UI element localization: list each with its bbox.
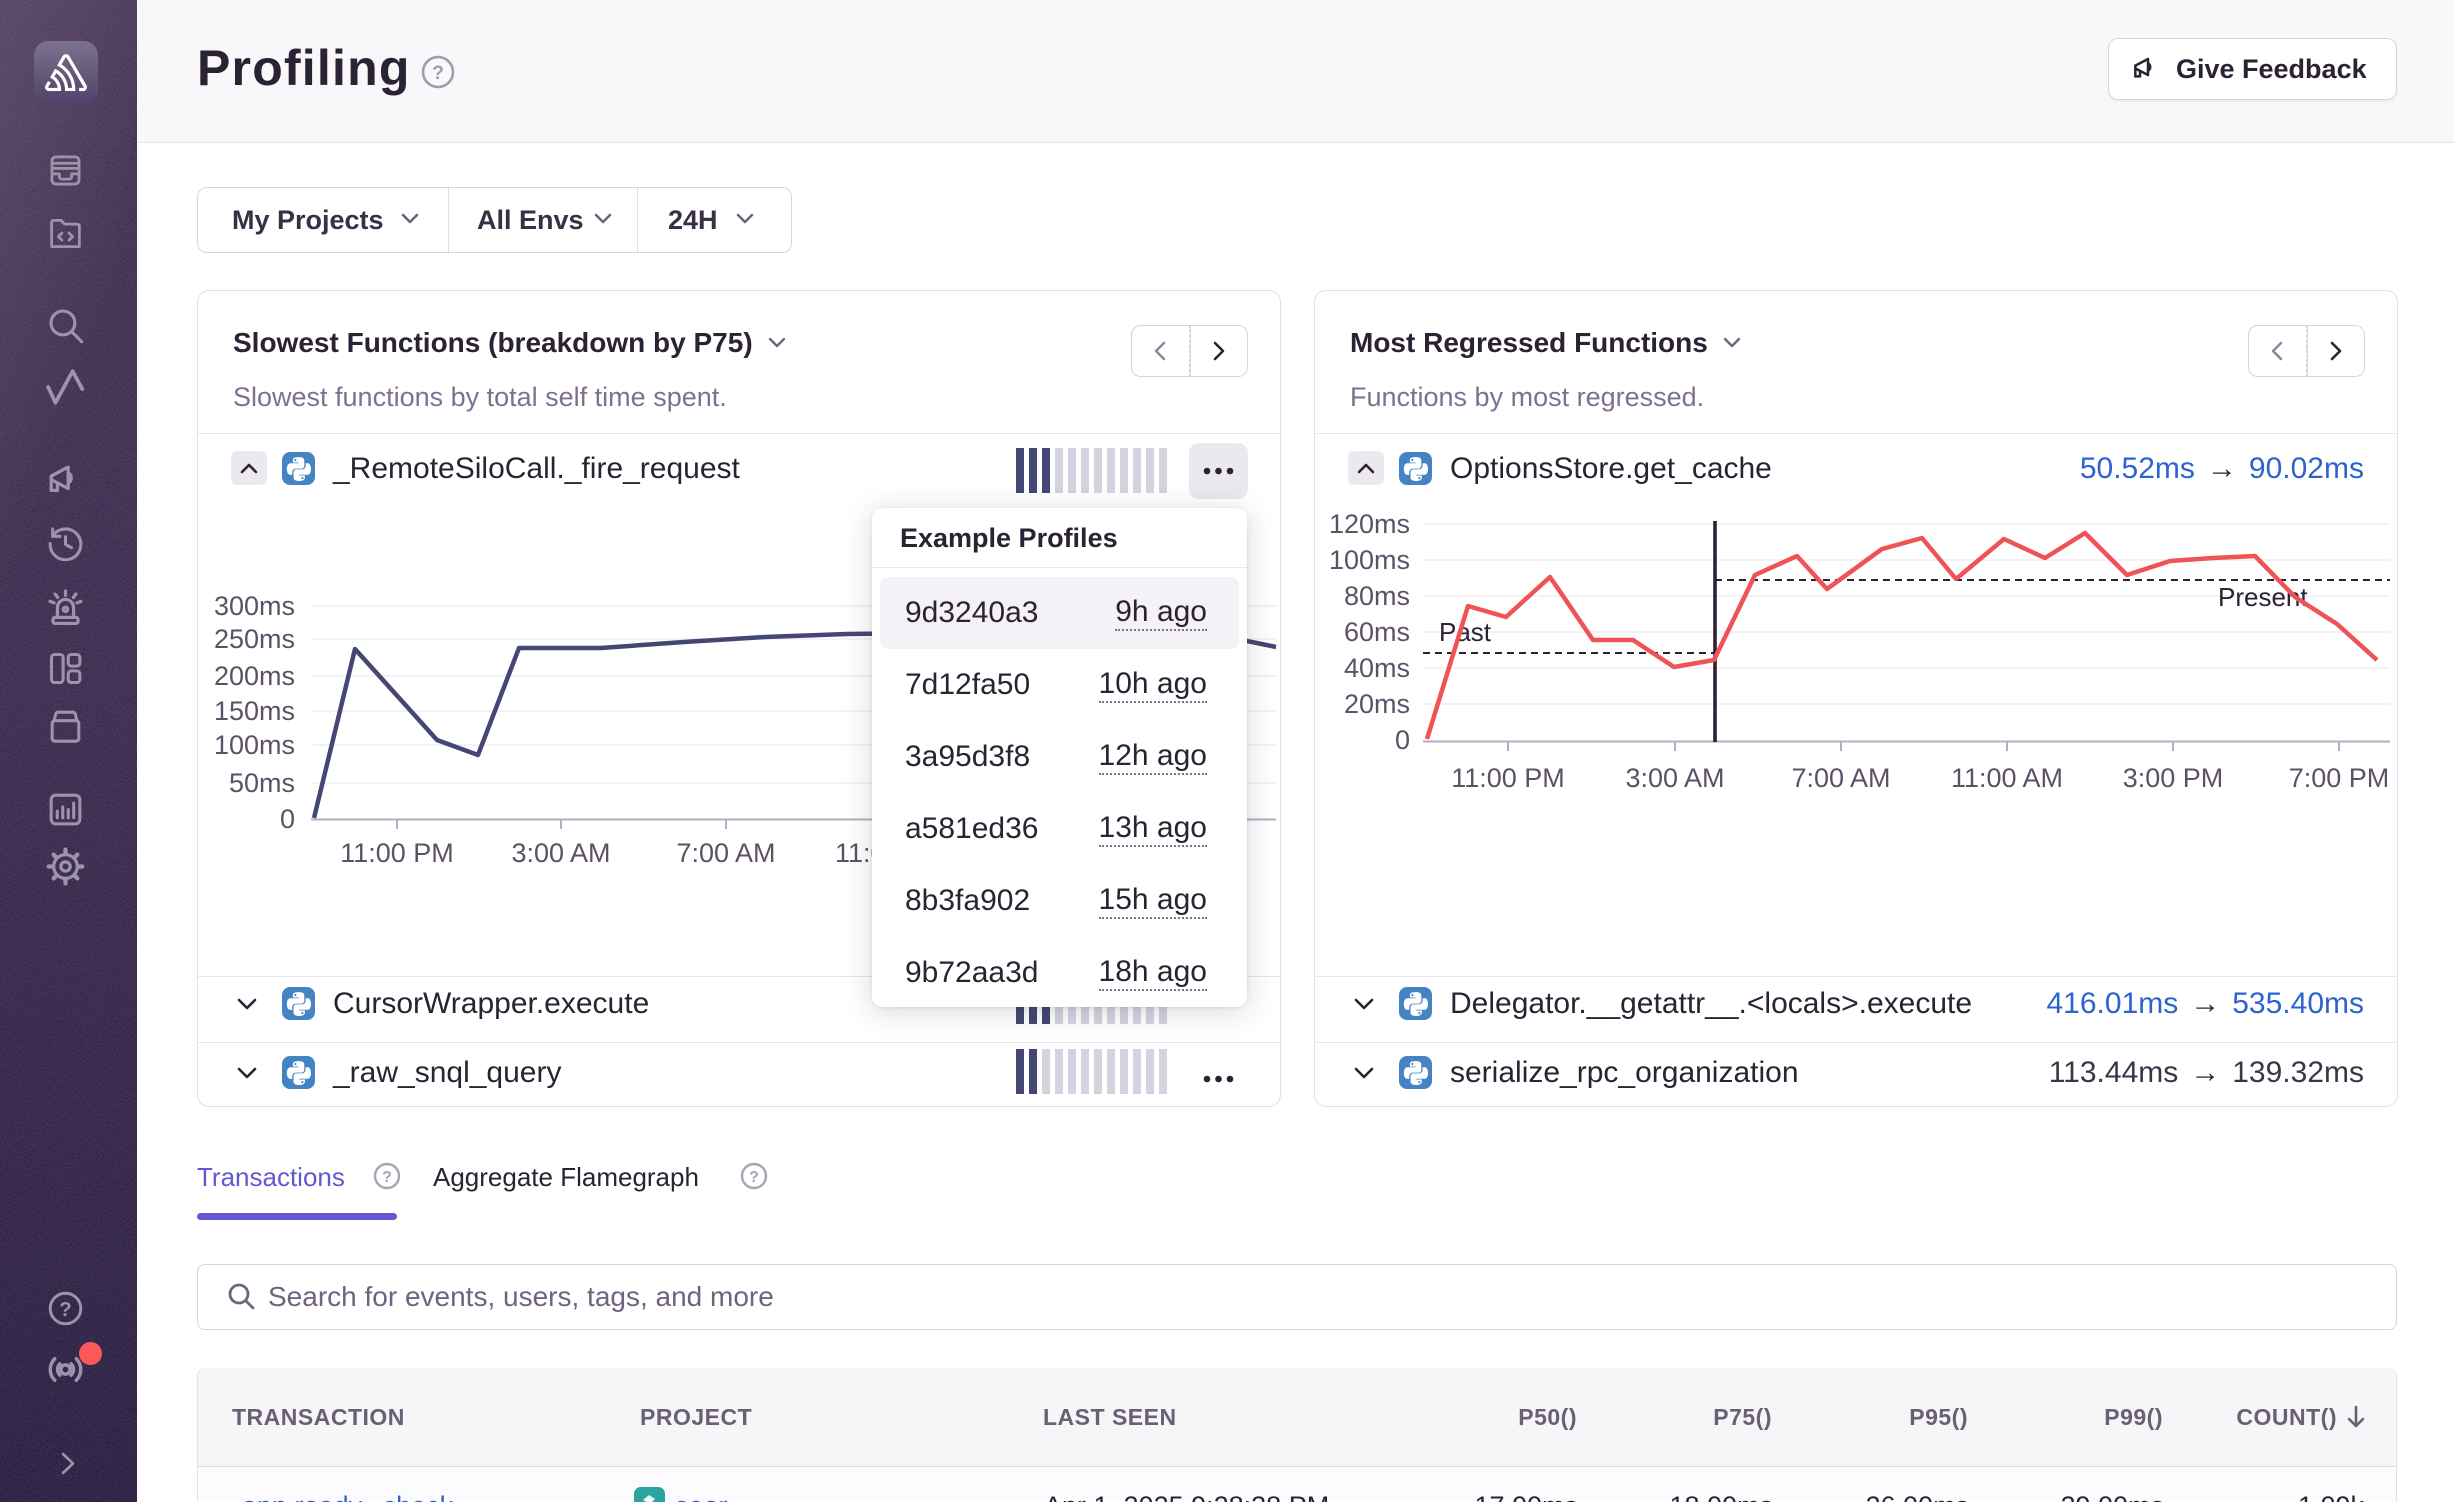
svg-text:50ms: 50ms: [229, 768, 295, 798]
svg-text:100ms: 100ms: [1329, 545, 1410, 575]
svg-text:?: ?: [432, 63, 444, 84]
svg-text:3:00 AM: 3:00 AM: [511, 838, 610, 868]
svg-text:100ms: 100ms: [214, 730, 295, 760]
svg-text:3:00 AM: 3:00 AM: [1625, 763, 1724, 793]
svg-text:0: 0: [280, 804, 295, 834]
svg-text:250ms: 250ms: [214, 624, 295, 654]
svg-text:?: ?: [749, 1169, 759, 1186]
svg-text:0: 0: [1395, 725, 1410, 755]
svg-text:7:00 AM: 7:00 AM: [1791, 763, 1890, 793]
svg-text:40ms: 40ms: [1344, 653, 1410, 683]
svg-text:80ms: 80ms: [1344, 581, 1410, 611]
svg-text:60ms: 60ms: [1344, 617, 1410, 647]
svg-text:?: ?: [382, 1169, 392, 1186]
svg-text:7:00 AM: 7:00 AM: [676, 838, 775, 868]
svg-text:200ms: 200ms: [214, 661, 295, 691]
svg-text:11:00 AM: 11:00 AM: [1951, 763, 2063, 793]
svg-text:120ms: 120ms: [1329, 509, 1410, 539]
svg-text:7:00 PM: 7:00 PM: [2289, 763, 2390, 793]
svg-text:11:00 PM: 11:00 PM: [340, 838, 454, 868]
svg-text:?: ?: [59, 1299, 71, 1321]
svg-text:150ms: 150ms: [214, 696, 295, 726]
svg-text:3:00 PM: 3:00 PM: [2123, 763, 2224, 793]
svg-text:11:00 PM: 11:00 PM: [1451, 763, 1565, 793]
svg-text:20ms: 20ms: [1344, 689, 1410, 719]
svg-text:300ms: 300ms: [214, 591, 295, 621]
